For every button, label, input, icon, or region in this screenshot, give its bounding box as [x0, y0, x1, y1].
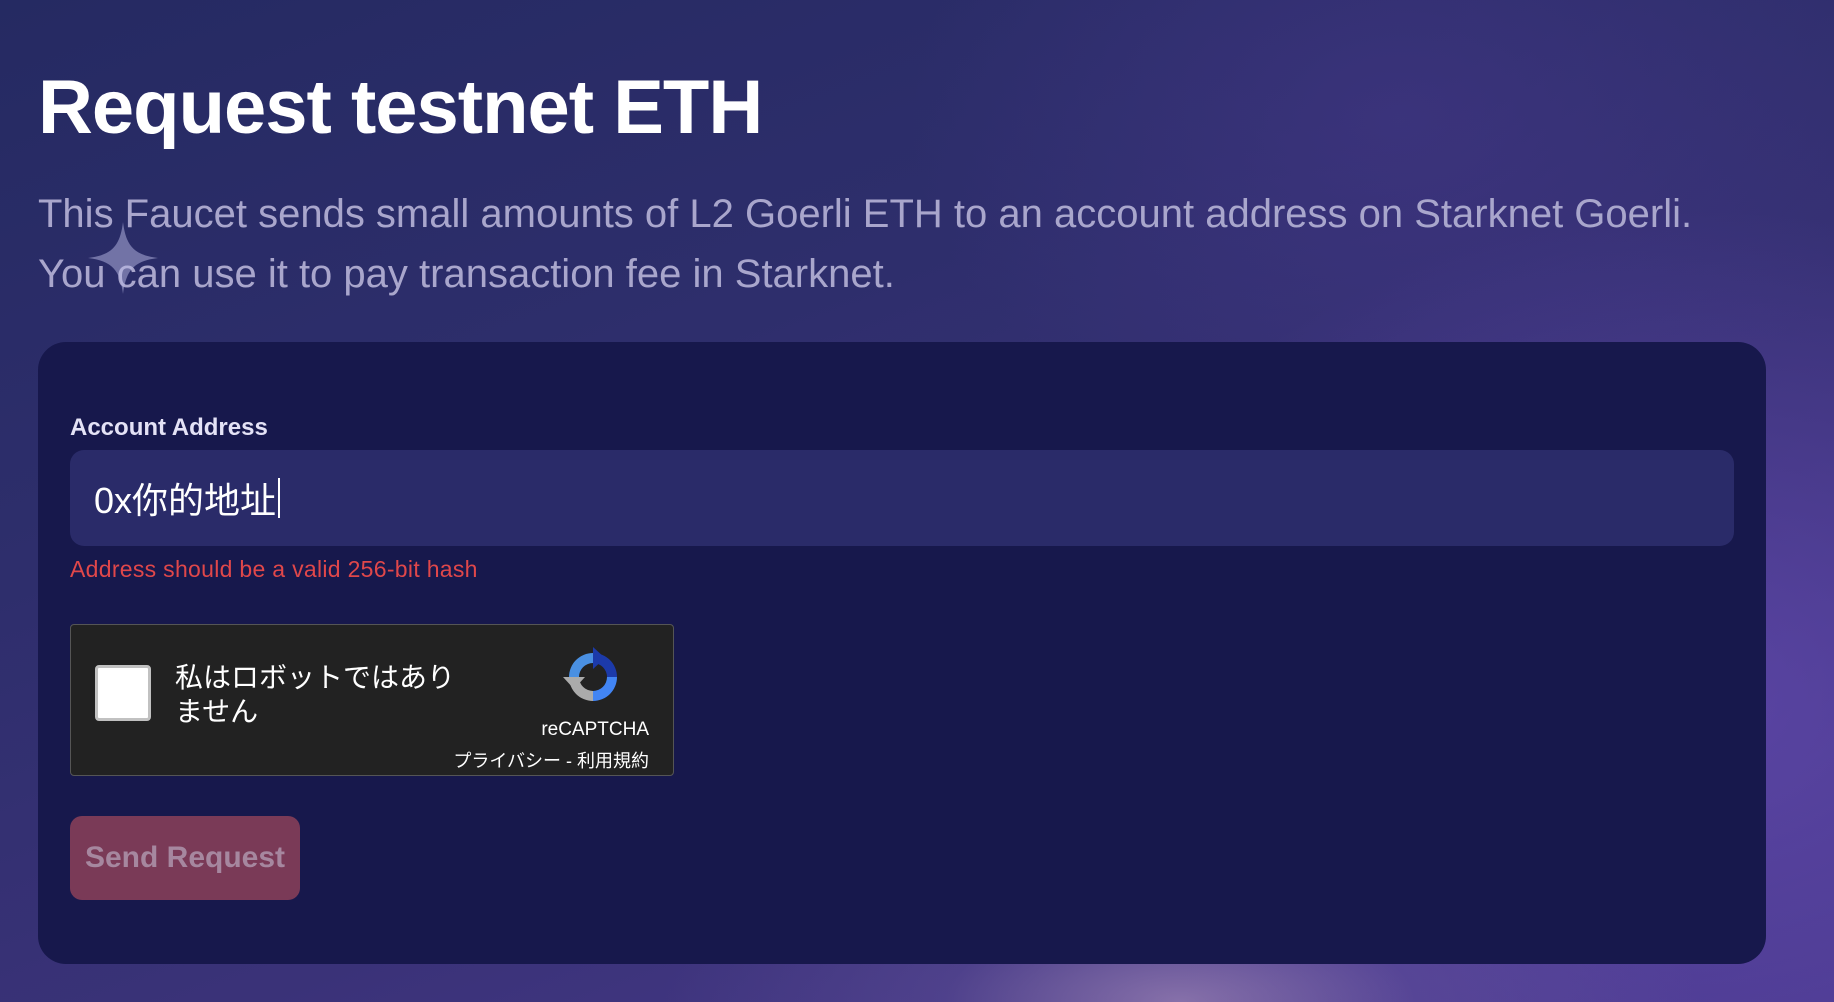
account-address-label: Account Address	[70, 414, 268, 441]
faucet-form-card: Account Address 0x你的地址 Address should be…	[38, 342, 1766, 964]
recaptcha-link-separator: -	[561, 751, 577, 771]
recaptcha-checkbox[interactable]	[95, 665, 151, 721]
account-address-value: 0x你的地址	[94, 480, 277, 521]
sparkle-icon	[88, 222, 158, 294]
address-error-message: Address should be a valid 256-bit hash	[70, 556, 478, 582]
recaptcha-checkbox-label: 私はロボットではありません	[175, 662, 456, 727]
recaptcha-privacy-link[interactable]: プライバシー	[453, 751, 561, 771]
account-address-input[interactable]: 0x你的地址	[70, 450, 1734, 546]
send-request-button[interactable]: Send Request	[70, 816, 300, 900]
page-description: This Faucet sends small amounts of L2 Go…	[38, 192, 1693, 296]
text-caret	[278, 478, 281, 518]
recaptcha-logo-icon	[563, 647, 617, 701]
recaptcha-widget: 私はロボットではありません reCAPTCHA プライバシー - 利用規約	[70, 624, 674, 776]
page-title: Request testnet ETH	[38, 65, 763, 150]
recaptcha-links: プライバシー - 利用規約	[453, 747, 649, 773]
recaptcha-terms-link[interactable]: 利用規約	[577, 751, 649, 771]
recaptcha-brand: reCAPTCHA	[541, 719, 649, 740]
